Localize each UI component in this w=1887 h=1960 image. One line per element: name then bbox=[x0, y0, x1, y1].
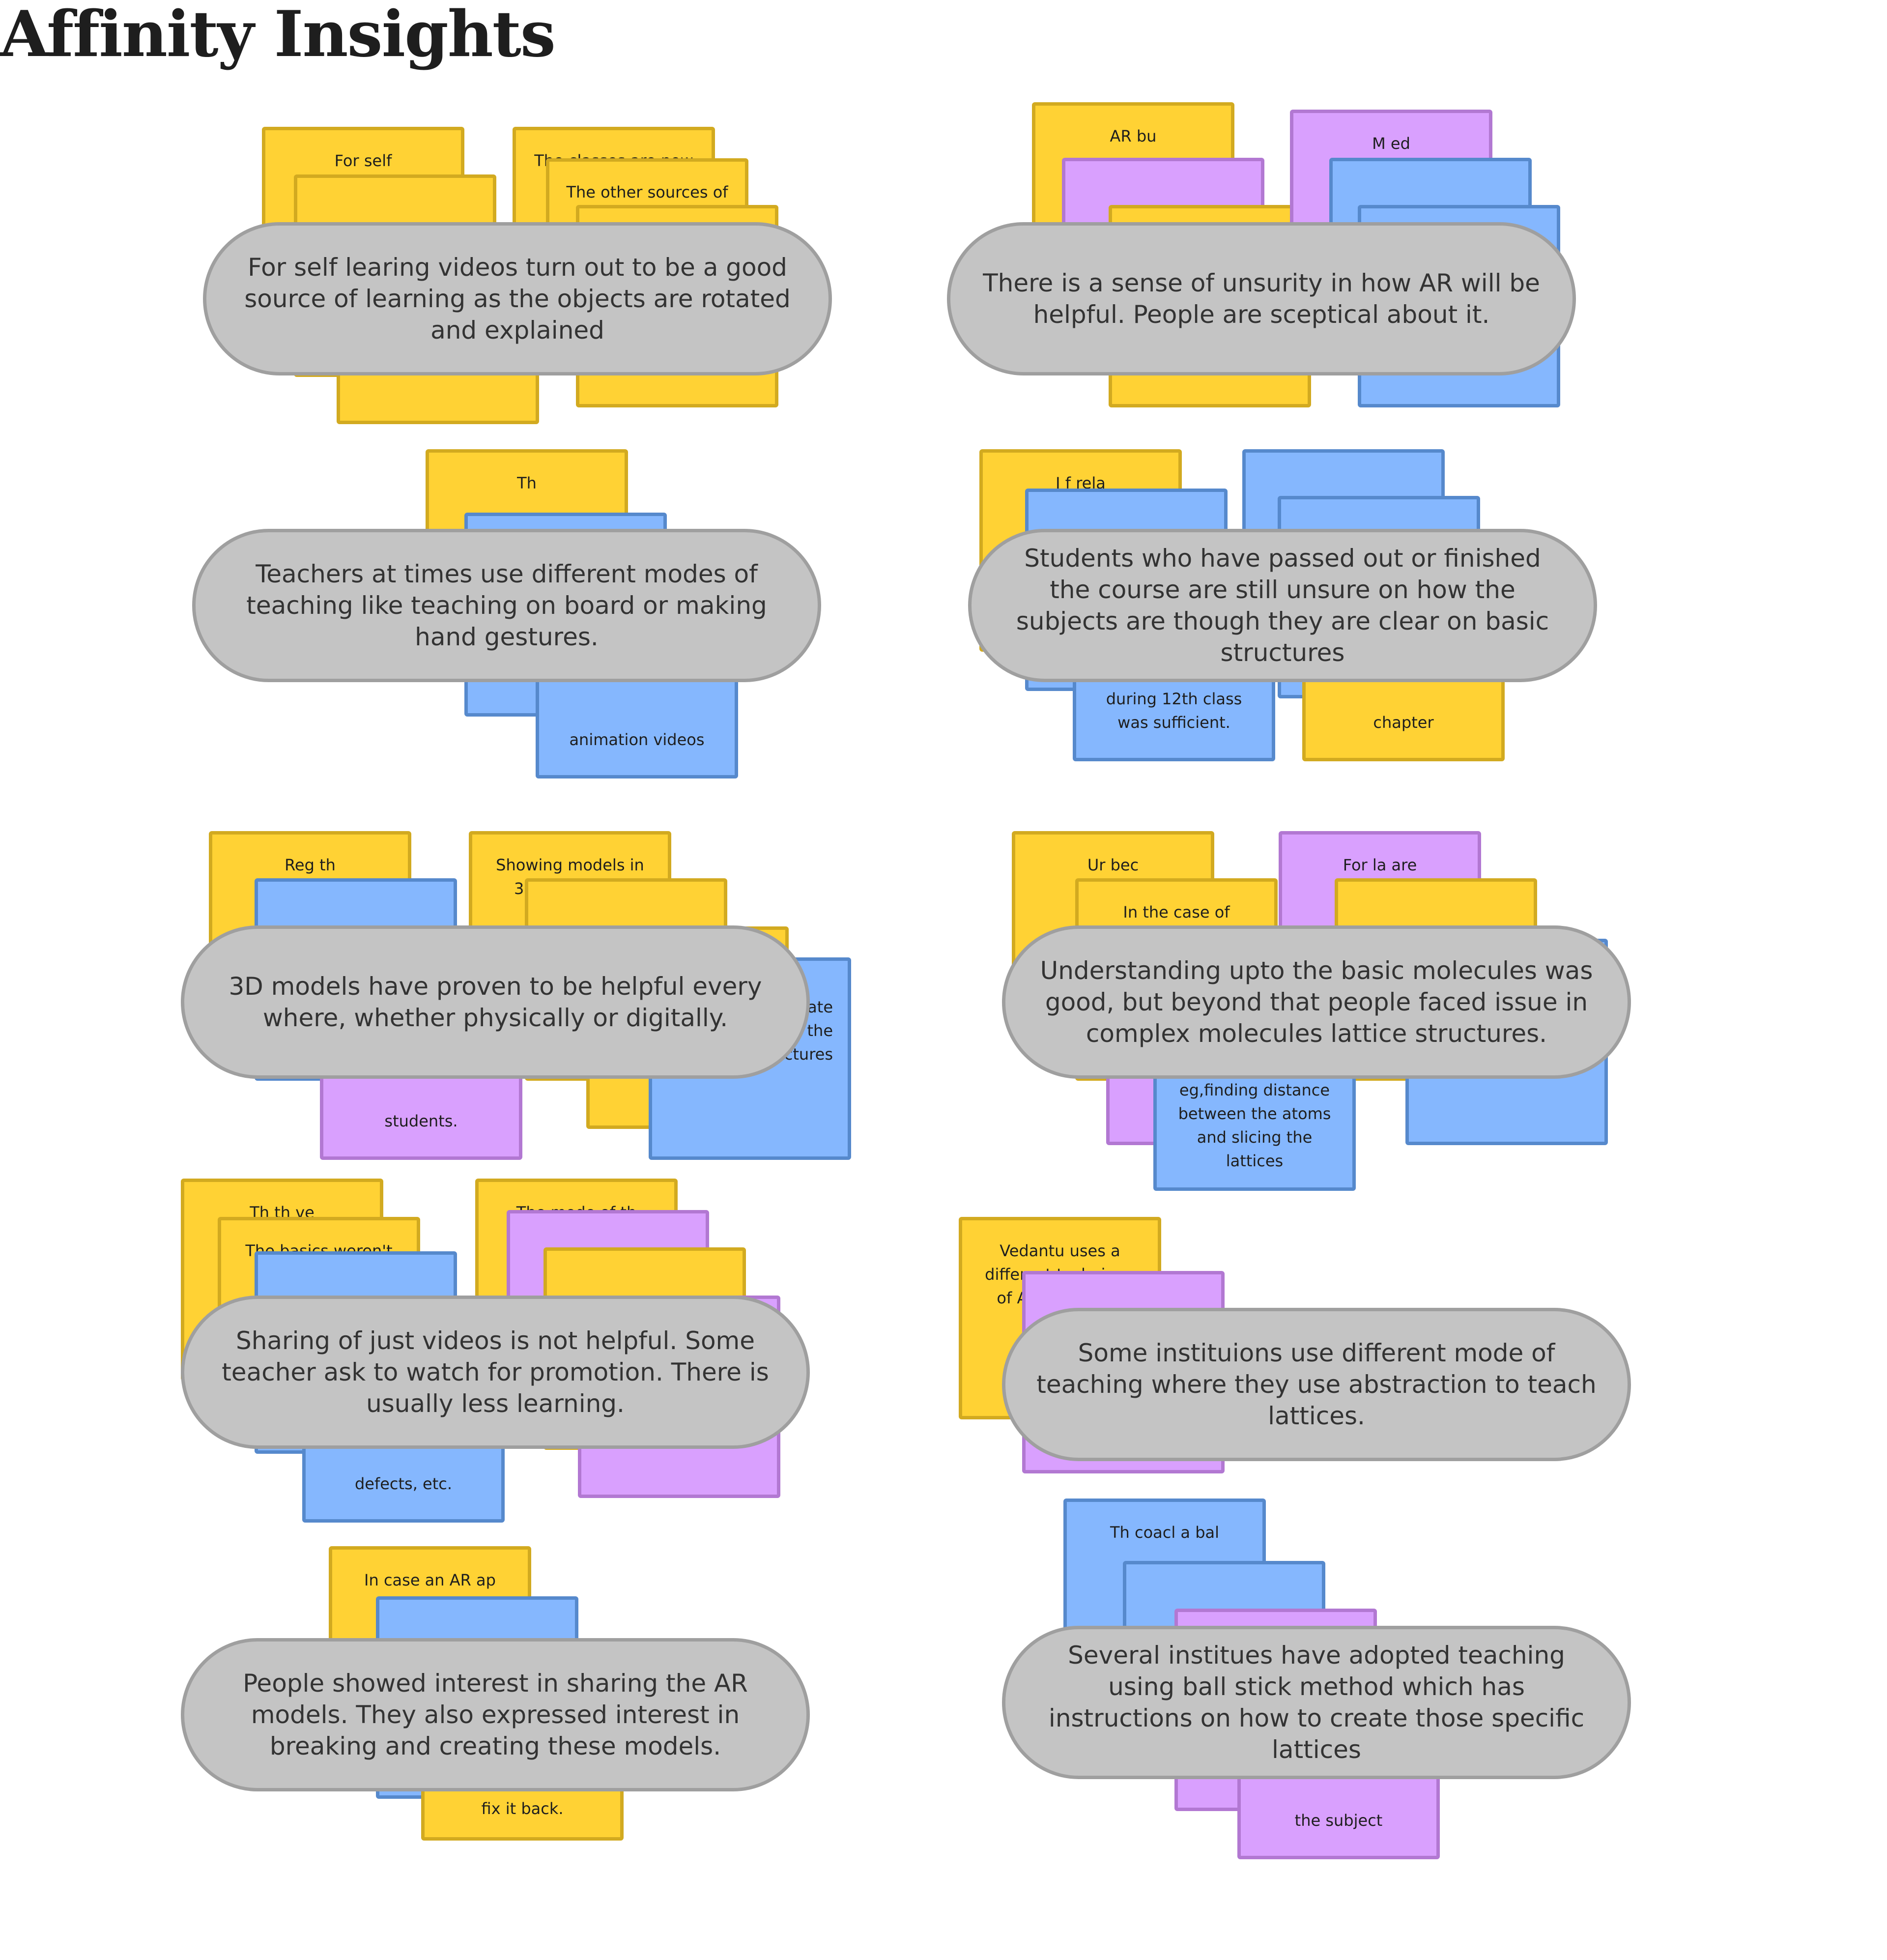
insight-cluster-label[interactable]: Some instituions use different mode of t… bbox=[1002, 1308, 1631, 1461]
insight-cluster-label[interactable]: 3D models have proven to be helpful ever… bbox=[181, 925, 810, 1079]
insight-cluster-label[interactable]: For self learing videos turn out to be a… bbox=[203, 222, 832, 375]
insight-cluster-label[interactable]: There is a sense of unsurity in how AR w… bbox=[947, 222, 1576, 375]
insight-cluster-label[interactable]: Students who have passed out or finished… bbox=[968, 529, 1597, 682]
insight-cluster-label[interactable]: Understanding upto the basic molecules w… bbox=[1002, 925, 1631, 1079]
insight-cluster-label[interactable]: Several institues have adopted teaching … bbox=[1002, 1626, 1631, 1779]
page-title: Affinity Insights bbox=[0, 0, 556, 71]
insight-cluster-label[interactable]: Sharing of just videos is not helpful. S… bbox=[181, 1296, 810, 1449]
insight-cluster-label[interactable]: People showed interest in sharing the AR… bbox=[181, 1638, 810, 1791]
insight-cluster-label[interactable]: Teachers at times use different modes of… bbox=[192, 529, 821, 682]
